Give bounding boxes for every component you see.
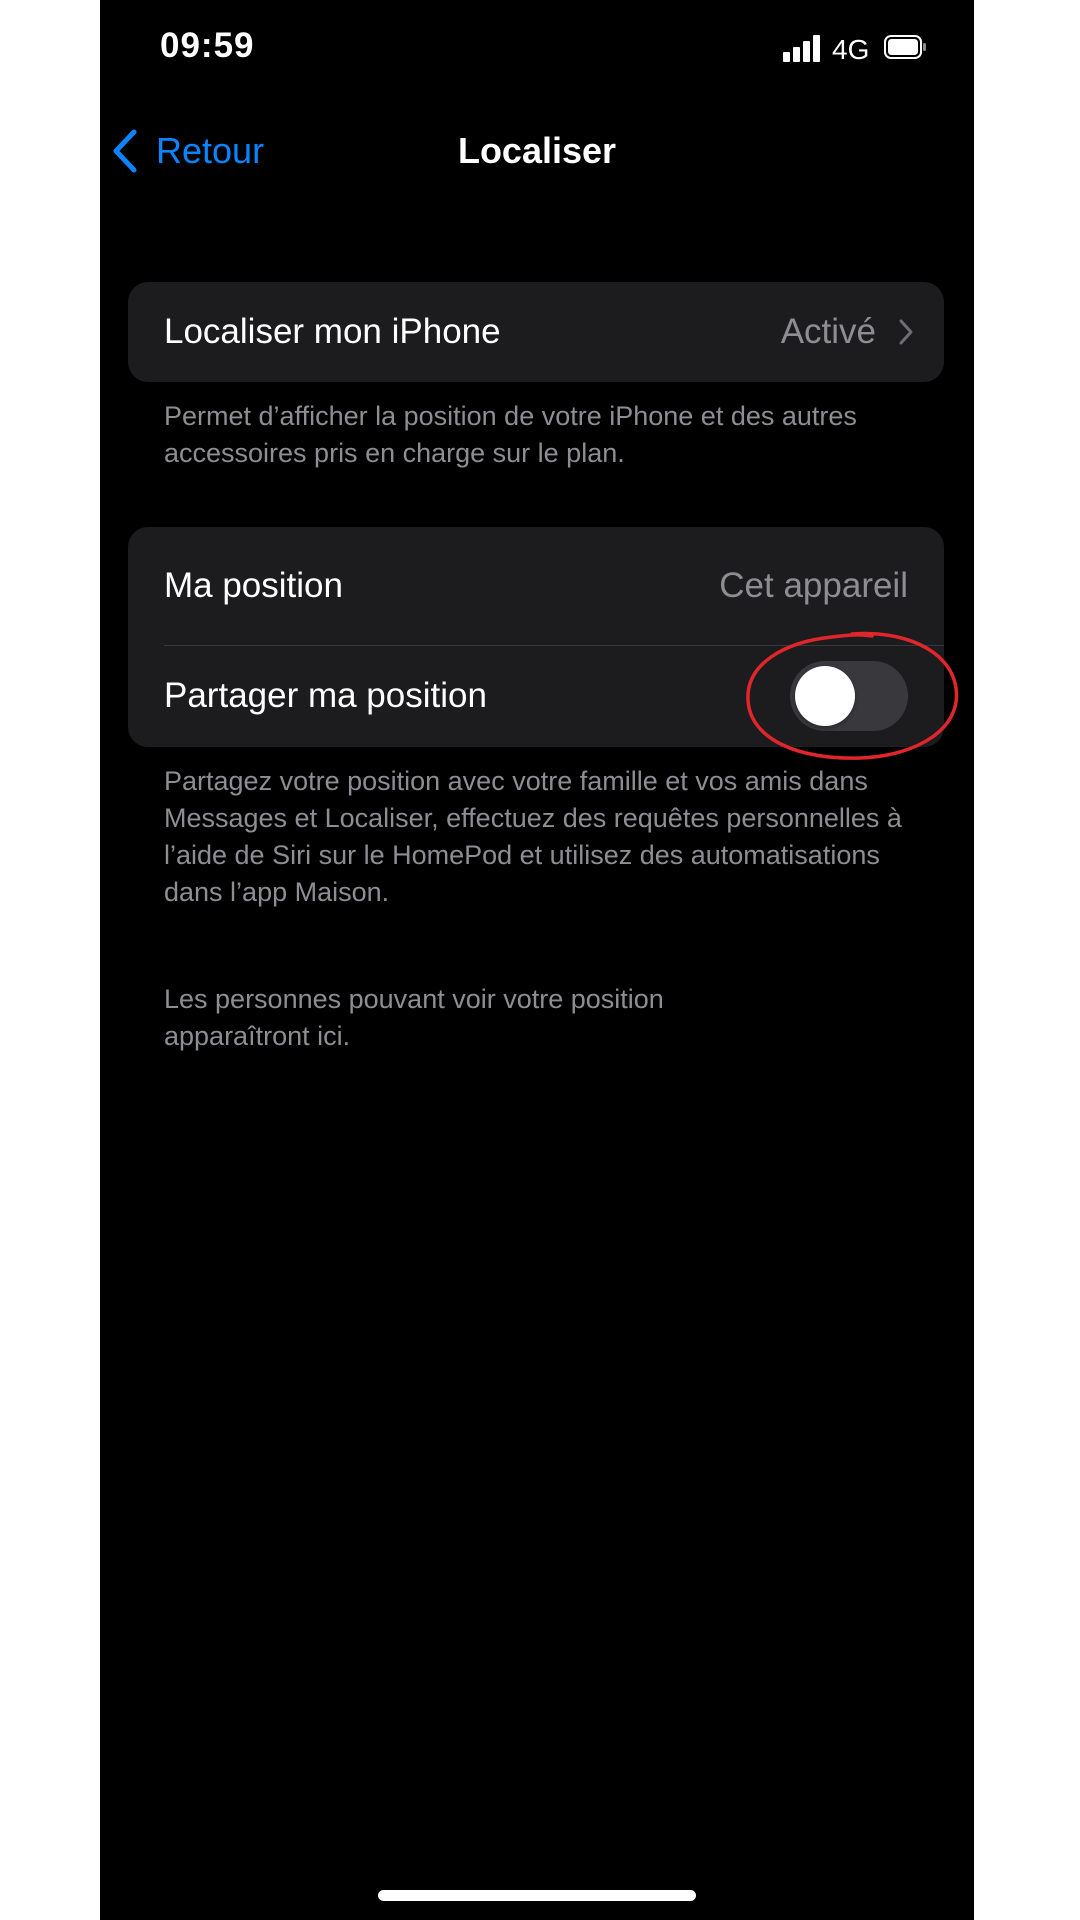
navigation-bar: Retour Localiser <box>100 110 974 190</box>
page-title: Localiser <box>457 130 617 171</box>
my-location-label: Ma position <box>164 566 343 605</box>
status-time: 09:59 <box>160 26 255 65</box>
share-location-toggle[interactable] <box>790 661 908 731</box>
people-note: Les personnes pouvant voir votre positio… <box>164 984 664 1051</box>
home-indicator <box>378 1890 696 1901</box>
find-my-footer: Permet d’afficher la position de votre i… <box>164 401 857 468</box>
my-location-value: Cet appareil <box>719 566 908 605</box>
location-footer: Partagez votre position avec votre famil… <box>164 766 902 907</box>
share-location-label: Partager ma position <box>164 676 487 715</box>
phone-screen: 09:59 4G Retour Localiser Localiser mon … <box>100 0 974 1920</box>
toggle-knob <box>795 666 855 726</box>
share-location-row: Partager ma position <box>128 645 944 747</box>
find-my-group: Localiser mon iPhone Activé <box>128 282 944 382</box>
signal-icon <box>783 34 823 62</box>
battery-icon <box>884 35 926 59</box>
location-group: Ma position Cet appareil Partager ma pos… <box>128 527 944 747</box>
find-my-iphone-status: Activé <box>781 312 914 352</box>
row-separator <box>164 645 944 646</box>
chevron-right-icon <box>899 319 913 345</box>
status-bar: 09:59 4G <box>100 0 974 100</box>
find-my-iphone-row[interactable]: Localiser mon iPhone Activé <box>128 282 944 382</box>
network-type: 4G <box>832 34 870 65</box>
find-my-iphone-label: Localiser mon iPhone <box>164 312 501 351</box>
find-my-iphone-value: Activé <box>780 312 876 351</box>
my-location-row[interactable]: Ma position Cet appareil <box>128 527 944 645</box>
